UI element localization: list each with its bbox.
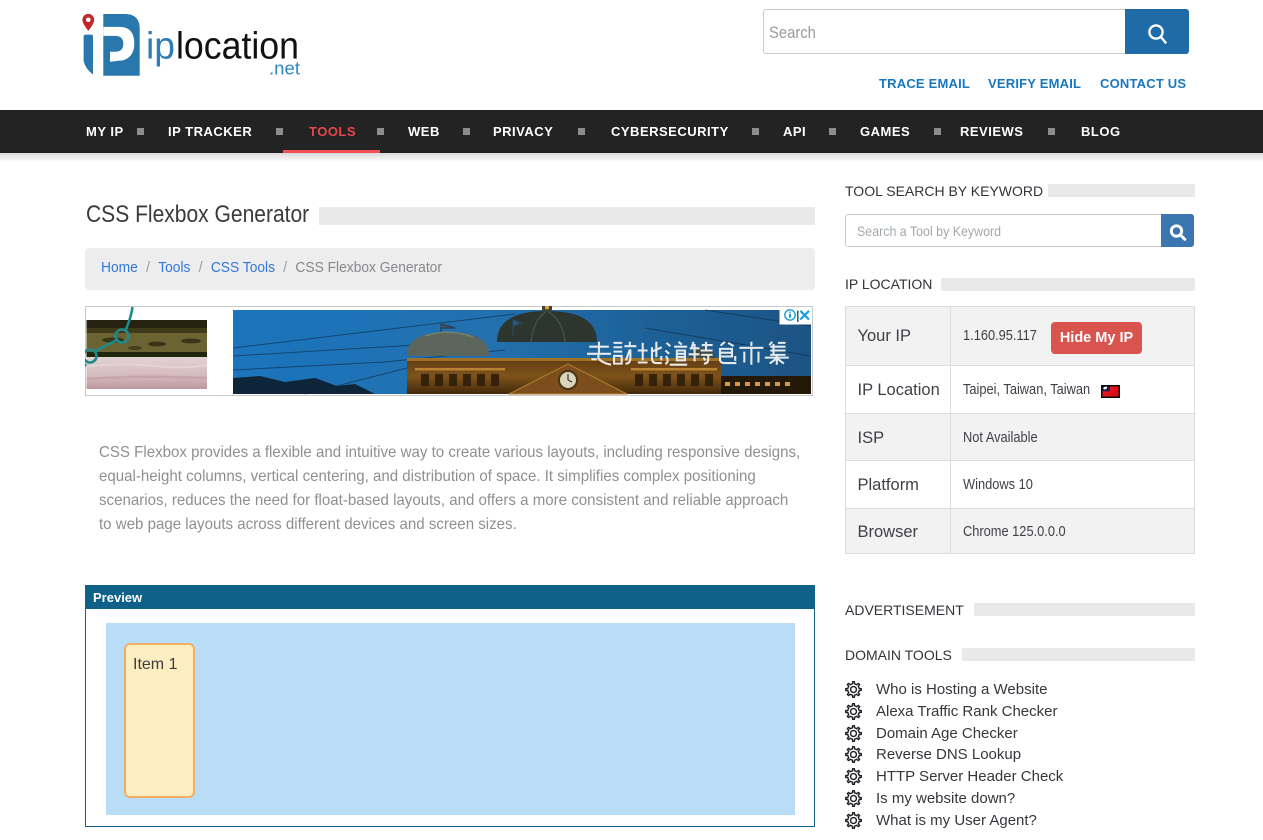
svg-text:ip: ip (146, 25, 175, 67)
svg-text:.net: .net (269, 59, 300, 79)
